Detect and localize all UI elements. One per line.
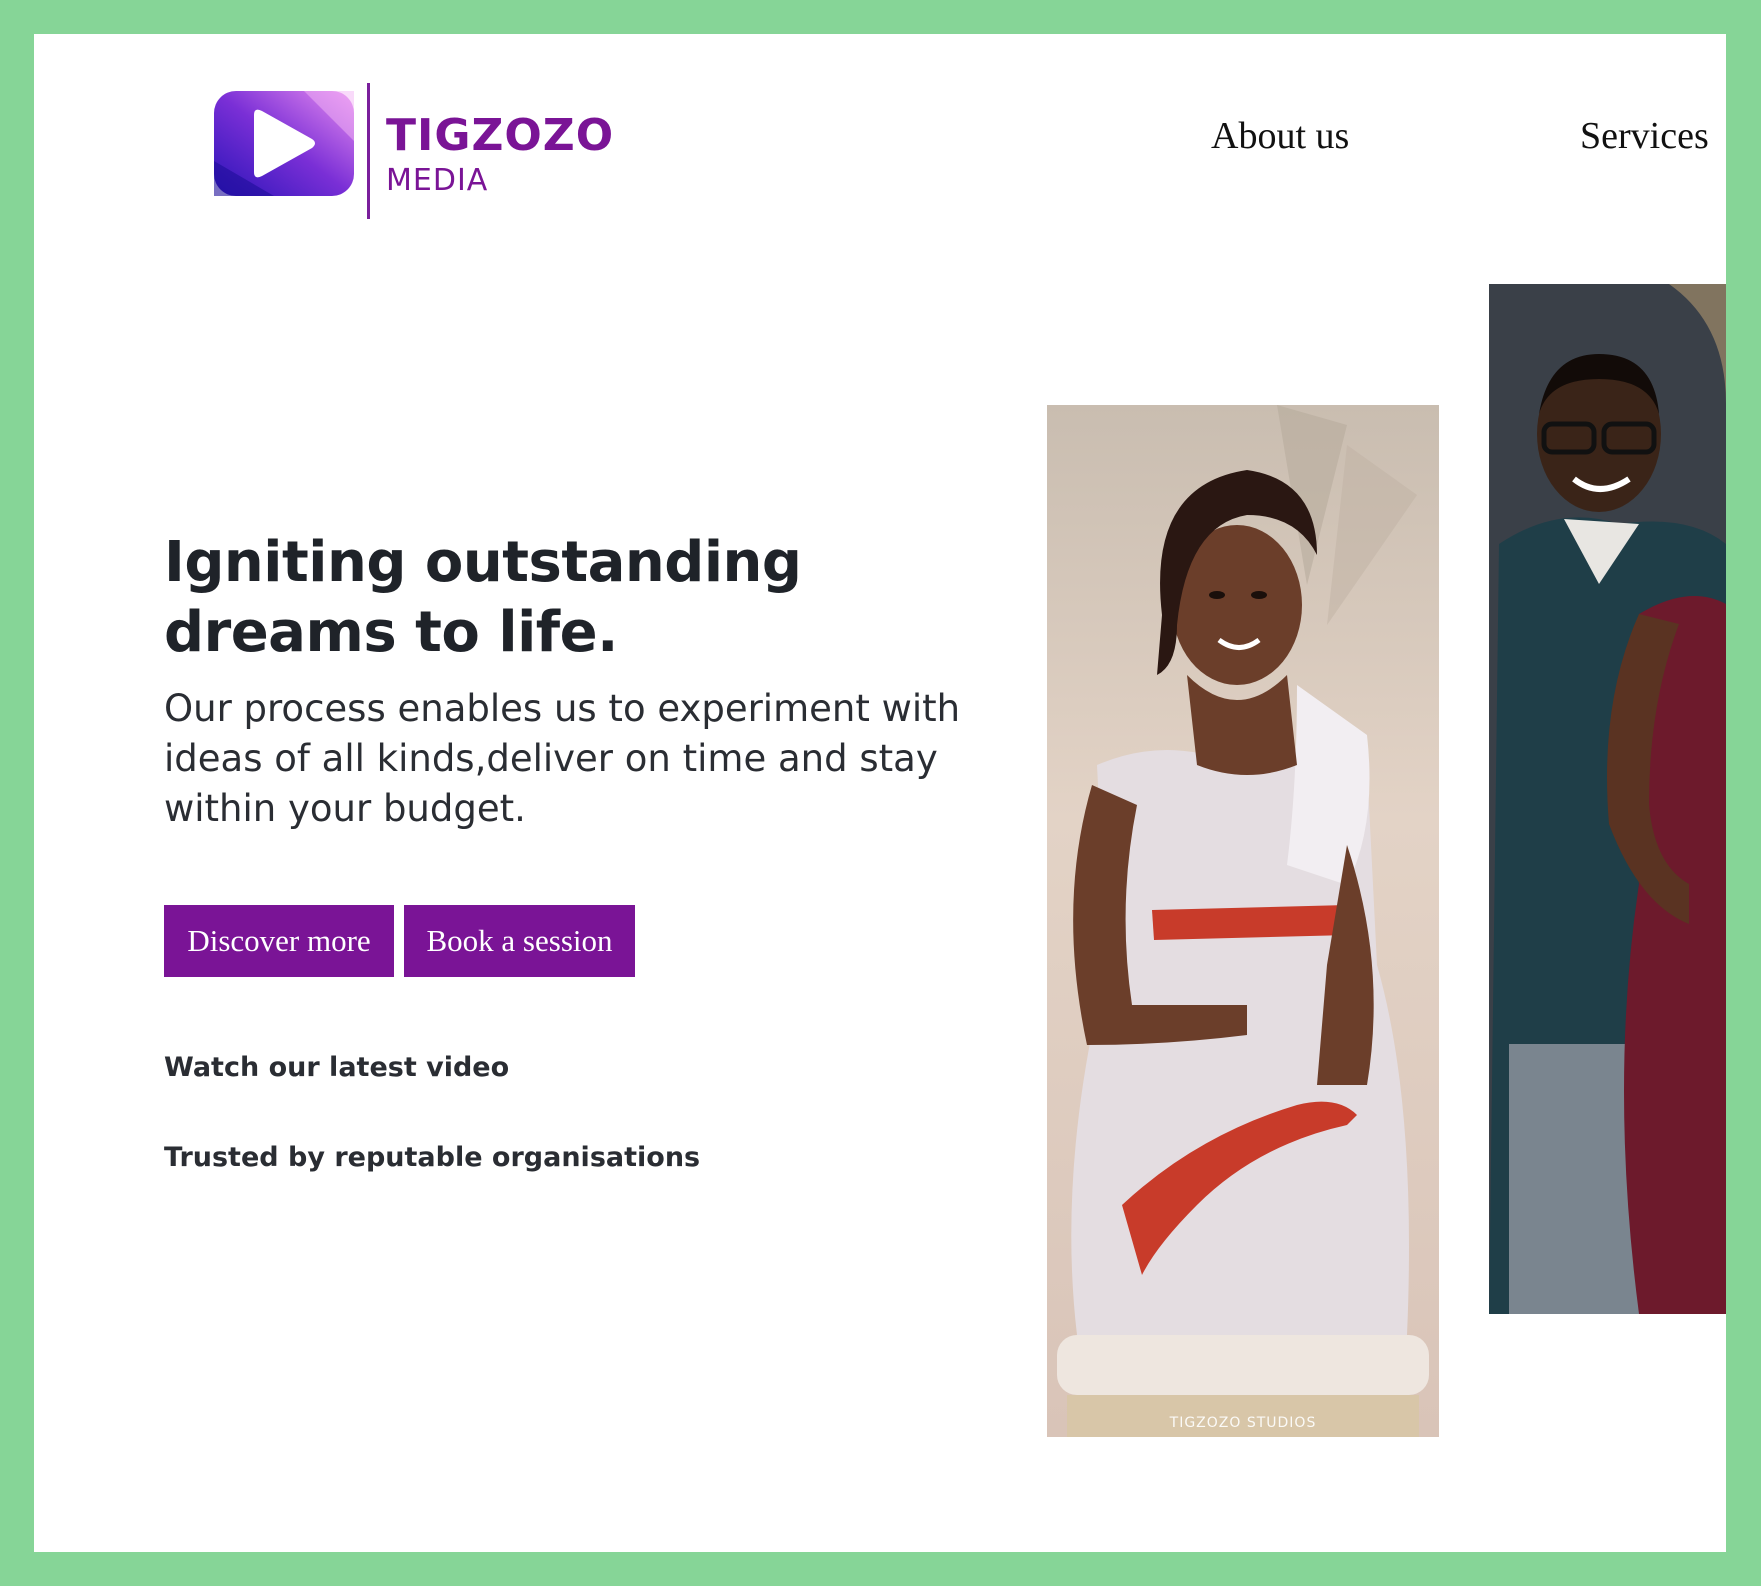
logo-divider (367, 83, 370, 219)
gallery-photo-couple (1489, 284, 1726, 1314)
page: TIGZOZO MEDIA About us Services Igniting… (34, 34, 1726, 1552)
gallery-photo-woman: TIGZOZO STUDIOS (1047, 405, 1439, 1437)
watch-video-link[interactable]: Watch our latest video (164, 1052, 509, 1083)
play-icon (214, 91, 354, 196)
trusted-heading: Trusted by reputable organisations (164, 1142, 701, 1173)
photo-watermark: TIGZOZO STUDIOS (1169, 1415, 1317, 1431)
brand-name: TIGZOZO (386, 110, 615, 161)
woman-photo-illustration (1047, 405, 1439, 1437)
nav-item-about[interactable]: About us (1211, 114, 1349, 158)
brand-logo[interactable]: TIGZOZO MEDIA (214, 59, 634, 219)
couple-photo-illustration (1489, 284, 1726, 1314)
hero-headline: Igniting outstanding dreams to life. (164, 530, 802, 665)
brand-subtitle: MEDIA (386, 163, 489, 198)
nav-item-services[interactable]: Services (1580, 114, 1709, 158)
hero-lead: Our process enables us to experiment wit… (164, 687, 961, 830)
book-session-button[interactable]: Book a session (404, 905, 635, 977)
discover-more-button[interactable]: Discover more (164, 905, 394, 977)
